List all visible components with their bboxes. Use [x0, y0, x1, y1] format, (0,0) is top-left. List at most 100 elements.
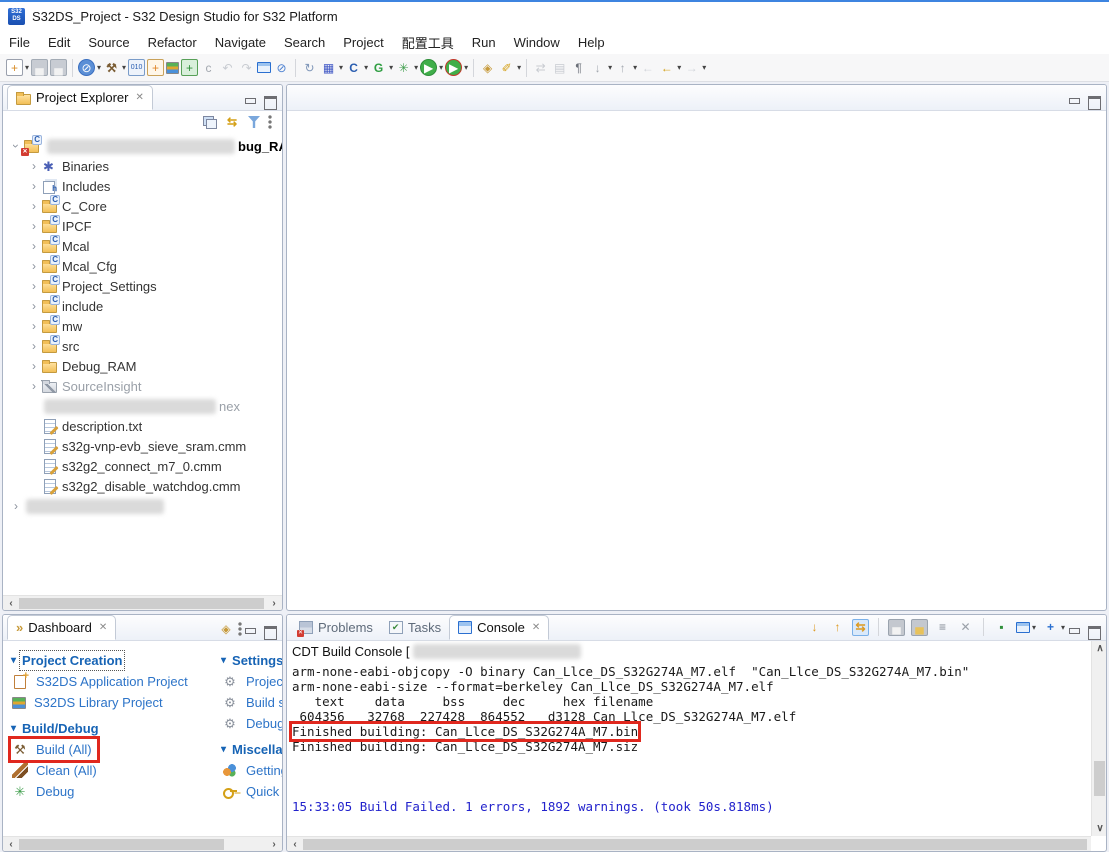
chevron-icon[interactable]: ›: [27, 159, 41, 173]
dashboard-item-s32ds-library-project[interactable]: S32DS Library Project: [11, 692, 168, 713]
chevron-icon[interactable]: ›: [27, 359, 41, 373]
menu-refactor[interactable]: Refactor: [139, 33, 206, 52]
tree-item-includes[interactable]: ›Includes: [3, 176, 282, 196]
dashboard-section-settings[interactable]: ▾Settings: [221, 649, 282, 671]
new-c-project-icon[interactable]: C: [345, 59, 362, 76]
dashboard-section-project-creation[interactable]: ▾Project Creation: [11, 649, 221, 671]
scroll-down-icon[interactable]: ∨: [1092, 821, 1107, 836]
tree-item-c-core[interactable]: ›CC_Core: [3, 196, 282, 216]
clear-console-icon[interactable]: ✕: [957, 619, 974, 636]
console-vscrollbar[interactable]: ∧ ∨: [1091, 641, 1106, 836]
next-error-icon[interactable]: ↓: [806, 619, 823, 636]
minimize-button[interactable]: [244, 96, 256, 106]
close-icon[interactable]: ✕: [135, 92, 143, 103]
console-hscrollbar[interactable]: ‹: [287, 836, 1091, 851]
scroll-left-icon[interactable]: ‹: [287, 837, 303, 852]
import-example-icon[interactable]: ◈: [218, 621, 234, 636]
scroll-lock-icon[interactable]: ▄: [911, 619, 928, 636]
chevron-icon[interactable]: ›: [27, 319, 41, 333]
filter-icon[interactable]: [248, 116, 260, 128]
menu-edit[interactable]: Edit: [39, 33, 79, 52]
tree-item-redacted[interactable]: ›: [3, 496, 282, 516]
tree-item-s32g2-connect-m7-0-cmm[interactable]: ›s32g2_connect_m7_0.cmm: [3, 456, 282, 476]
prev-error-icon[interactable]: ↑: [829, 619, 846, 636]
new-wizard-icon[interactable]: +: [6, 59, 23, 76]
scroll-right-icon[interactable]: ›: [266, 596, 282, 611]
tree-item-ipcf[interactable]: ›CIPCF: [3, 216, 282, 236]
open-console-dropdown-icon[interactable]: ▾: [1061, 623, 1065, 632]
chip-dropdown-icon[interactable]: ▾: [339, 63, 343, 72]
chevron-icon[interactable]: ›: [27, 199, 41, 213]
menu-配置工具[interactable]: 配置工具: [393, 31, 463, 54]
section-collapse-icon[interactable]: ▾: [221, 744, 226, 755]
next-annotation-dropdown-icon[interactable]: ▾: [608, 63, 612, 72]
show-whitespace-icon[interactable]: ¶: [570, 59, 587, 76]
binary-file-icon[interactable]: 010: [128, 59, 145, 76]
open-console-icon[interactable]: +: [1042, 619, 1059, 636]
console-output[interactable]: arm-none-eabi-objcopy -O binary Can_Llce…: [287, 661, 1106, 836]
maximize-button[interactable]: [264, 626, 276, 636]
menu-run[interactable]: Run: [463, 33, 505, 52]
dashboard-section-build-debug[interactable]: ▾Build/Debug: [11, 717, 221, 739]
scroll-thumb[interactable]: [1094, 761, 1105, 796]
search-icon[interactable]: ✐: [498, 59, 515, 76]
new-c-project-dropdown-icon[interactable]: ▾: [364, 63, 368, 72]
maximize-button[interactable]: [1088, 626, 1100, 636]
section-collapse-icon[interactable]: ▾: [11, 723, 16, 734]
tree-item-bug-ram[interactable]: ›C✕bug_RAM: [3, 136, 282, 156]
chevron-icon[interactable]: ›: [27, 179, 41, 193]
tree-item-sourceinsight[interactable]: ›SourceInsight: [3, 376, 282, 396]
dashboard-item-build-se[interactable]: Build se: [221, 692, 282, 713]
minimize-button[interactable]: [1068, 96, 1080, 106]
tree-item-description-txt[interactable]: ›description.txt: [3, 416, 282, 436]
scroll-thumb[interactable]: [19, 598, 264, 609]
new-wizard-dropdown-icon[interactable]: ▾: [25, 63, 29, 72]
close-icon[interactable]: ✕: [99, 622, 107, 633]
run-dropdown-icon[interactable]: ▾: [439, 63, 443, 72]
chevron-icon[interactable]: ›: [27, 339, 41, 353]
build-hammer-dropdown-icon[interactable]: ▾: [122, 63, 126, 72]
dashboard-section-miscellan[interactable]: ▾Miscellan: [221, 738, 282, 760]
close-icon[interactable]: ✕: [532, 622, 540, 633]
menu-navigate[interactable]: Navigate: [206, 33, 275, 52]
dashboard-item-s32ds-application-project[interactable]: S32DS Application Project: [11, 671, 193, 692]
menu-help[interactable]: Help: [569, 33, 614, 52]
scroll-up-icon[interactable]: ∧: [1092, 641, 1107, 656]
chevron-icon[interactable]: ›: [27, 379, 41, 393]
save-console-icon[interactable]: ▄: [888, 619, 905, 636]
tab-project-explorer[interactable]: Project Explorer ✕: [7, 85, 153, 110]
chevron-icon[interactable]: ›: [27, 259, 41, 273]
menu-window[interactable]: Window: [505, 33, 569, 52]
tab-tasks[interactable]: Tasks: [381, 615, 449, 640]
run-icon[interactable]: ▶: [420, 59, 437, 76]
dashboard-hscrollbar[interactable]: ‹ ›: [3, 836, 282, 851]
tree-item-include[interactable]: ›Cinclude: [3, 296, 282, 316]
skip-breakpoints-globe-dropdown-icon[interactable]: ▾: [97, 63, 101, 72]
tree-item-mcal[interactable]: ›CMcal: [3, 236, 282, 256]
scroll-thumb[interactable]: [303, 839, 1087, 850]
update-icon[interactable]: ↻: [301, 59, 318, 76]
display-console-dropdown-icon[interactable]: ▾: [1032, 623, 1036, 632]
tab-dashboard[interactable]: » Dashboard ✕: [7, 615, 116, 640]
debug-icon[interactable]: ✳: [395, 59, 412, 76]
open-element-icon[interactable]: ◈: [479, 59, 496, 76]
scroll-left-icon[interactable]: ‹: [3, 596, 19, 611]
link-with-editor-icon[interactable]: ⇆: [224, 115, 240, 130]
dashboard-item-debug-s[interactable]: Debug s: [221, 713, 282, 734]
new-library-icon[interactable]: [166, 62, 179, 74]
pin-console-icon[interactable]: ▪: [993, 619, 1010, 636]
tree-item-project-settings[interactable]: ›CProject_Settings: [3, 276, 282, 296]
profile-icon[interactable]: ▶: [445, 59, 462, 76]
menu-project[interactable]: Project: [334, 33, 392, 52]
build-hammer-icon[interactable]: ⚒: [103, 59, 120, 76]
chevron-icon[interactable]: ›: [27, 279, 41, 293]
menu-search[interactable]: Search: [275, 33, 334, 52]
maximize-button[interactable]: [264, 96, 276, 106]
dashboard-item-clean-all[interactable]: Clean (All): [11, 760, 102, 781]
scroll-right-icon[interactable]: ›: [266, 837, 282, 852]
tree-item-mcal-cfg[interactable]: ›CMcal_Cfg: [3, 256, 282, 276]
search-dropdown-icon[interactable]: ▾: [517, 63, 521, 72]
skip-breakpoints-globe-icon[interactable]: ⊘: [78, 59, 95, 76]
menu-source[interactable]: Source: [79, 33, 138, 52]
chip-icon[interactable]: ▦: [320, 59, 337, 76]
